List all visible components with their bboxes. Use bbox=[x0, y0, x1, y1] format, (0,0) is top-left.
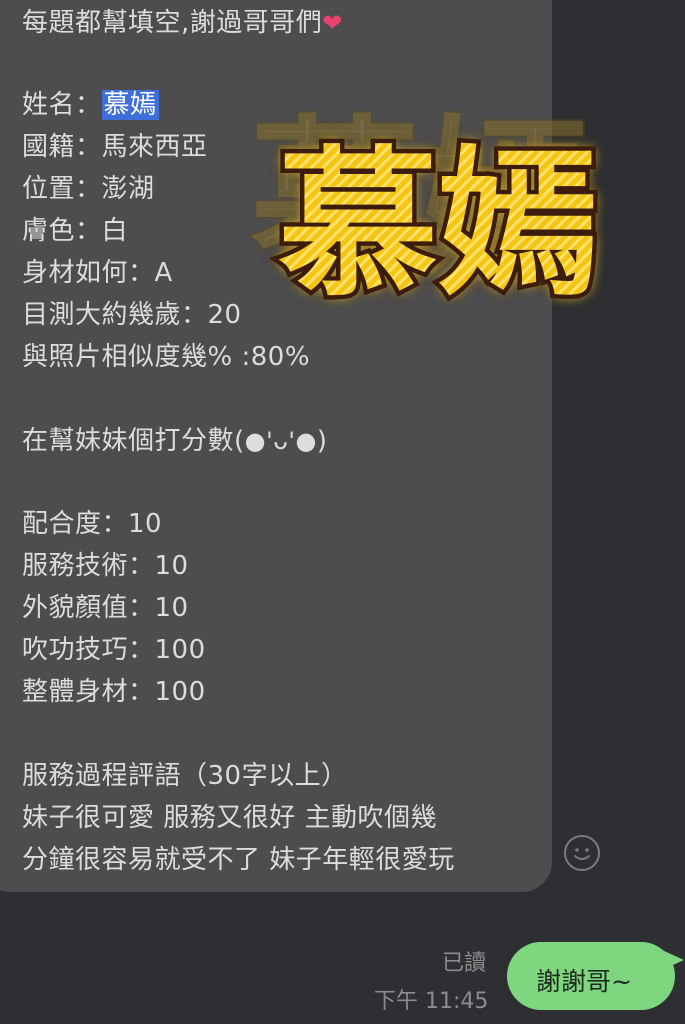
message-line-skin: 膚色：白 bbox=[22, 216, 129, 246]
message-line-nationality: 國籍：馬來西亞 bbox=[22, 132, 208, 162]
message-line-location: 位置：澎湖 bbox=[22, 174, 155, 204]
message-line-comment-2: 分鐘很容易就受不了 妹子年輕很愛玩 bbox=[22, 845, 455, 875]
message-timestamp: 下午 11:45 bbox=[374, 989, 489, 1014]
sticker-main-text: 慕嫣 bbox=[278, 131, 598, 318]
outgoing-bubble-tail bbox=[662, 950, 684, 970]
message-line-body: 整體身材：100 bbox=[22, 677, 206, 707]
message-line-cooperation: 配合度：10 bbox=[22, 509, 163, 539]
message-line-comment-title: 服務過程評語（30字以上） bbox=[22, 761, 348, 791]
outgoing-message-text: 謝謝哥~ bbox=[536, 967, 632, 996]
kaomoji-face: ●'ᴗ'● bbox=[244, 427, 317, 455]
message-line-score-intro: 在幫妹妹個打分數(●'ᴗ'●) bbox=[22, 426, 328, 456]
message-line-service: 服務技術：10 bbox=[22, 551, 189, 581]
message-line-skill: 吹功技巧：100 bbox=[22, 635, 206, 665]
name-sticker-overlay: 慕嫣 慕嫣 bbox=[248, 99, 603, 323]
message-line-similarity: 與照片相似度幾% :80% bbox=[22, 342, 311, 372]
message-line-looks: 外貌顏值：10 bbox=[22, 593, 189, 623]
read-status: 已讀 bbox=[442, 951, 487, 976]
message-line-age: 目測大約幾歲：20 bbox=[22, 300, 242, 330]
heart-emoji-icon: ❤ bbox=[322, 9, 343, 37]
message-line-name: 姓名：慕嫣 bbox=[22, 90, 159, 120]
message-line-figure: 身材如何：A bbox=[22, 258, 173, 288]
chat-area: 每題都幫填空,謝過哥哥們❤ 姓名：慕嫣 國籍：馬來西亞 位置：澎湖 膚色：白 身… bbox=[0, 0, 685, 1024]
smiley-icon[interactable] bbox=[564, 835, 600, 871]
message-line-comment-1: 妹子很可愛 服務又很好 主動吹個幾 bbox=[22, 803, 438, 833]
message-line-intro: 每題都幫填空,謝過哥哥們❤ bbox=[22, 8, 343, 38]
selected-name-text[interactable]: 慕嫣 bbox=[101, 90, 159, 120]
